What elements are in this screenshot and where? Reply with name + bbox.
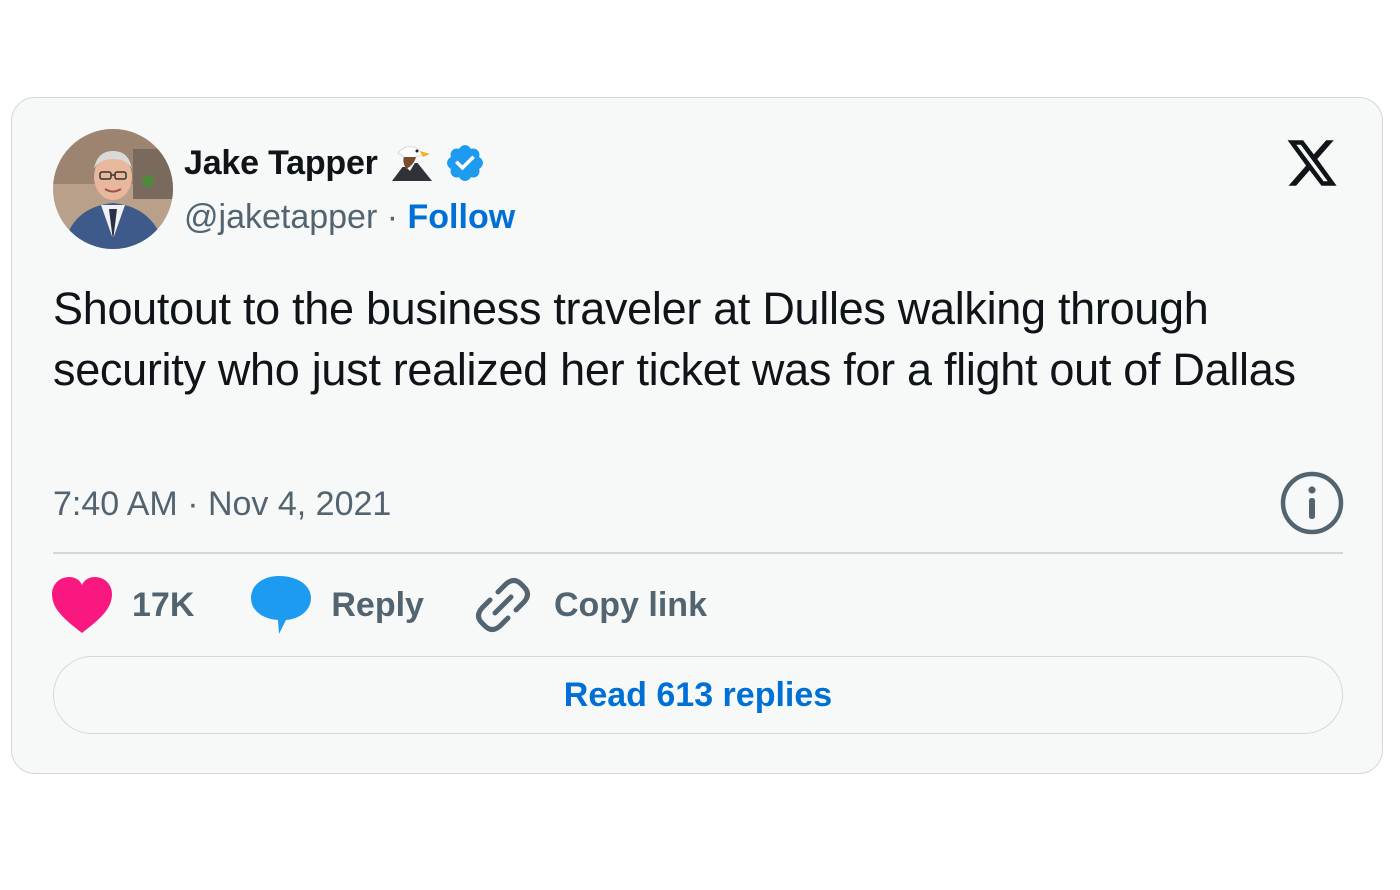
- avatar[interactable]: [53, 129, 173, 249]
- tweet-timestamp[interactable]: 7:40 AM · Nov 4, 2021: [53, 483, 391, 525]
- x-logo-icon[interactable]: [1284, 138, 1340, 188]
- like-button[interactable]: 17K: [50, 575, 194, 635]
- info-icon[interactable]: [1280, 471, 1344, 535]
- follow-button[interactable]: Follow: [408, 198, 516, 237]
- embedded-tweet-card: Jake Tapper @jaketapper · Follow Shoutou…: [11, 97, 1383, 774]
- verified-badge-icon: [446, 145, 483, 181]
- like-count: 17K: [132, 585, 195, 624]
- link-icon: [475, 578, 530, 632]
- copy-link-button[interactable]: Copy link: [472, 574, 707, 636]
- author-name[interactable]: Jake Tapper: [184, 144, 378, 183]
- reply-label: Reply: [331, 585, 424, 624]
- handle-separator: ·: [377, 197, 408, 236]
- divider: [53, 552, 1343, 554]
- heart-icon: [52, 577, 112, 633]
- speech-bubble-icon: [251, 576, 312, 634]
- tweet-text: Shoutout to the business traveler at Dul…: [53, 283, 1296, 395]
- copy-link-label: Copy link: [553, 585, 707, 624]
- author-handle-row: @jaketapper · Follow: [184, 196, 515, 238]
- eagle-icon: [391, 146, 432, 181]
- avatar-image: [53, 129, 173, 249]
- author-name-row: Jake Tapper: [184, 142, 486, 184]
- reply-button[interactable]: Reply: [249, 574, 424, 636]
- read-replies-button[interactable]: Read 613 replies: [53, 656, 1343, 734]
- author-handle[interactable]: @jaketapper: [184, 198, 377, 237]
- tweet-actions: 17K Reply Copy link: [50, 573, 707, 637]
